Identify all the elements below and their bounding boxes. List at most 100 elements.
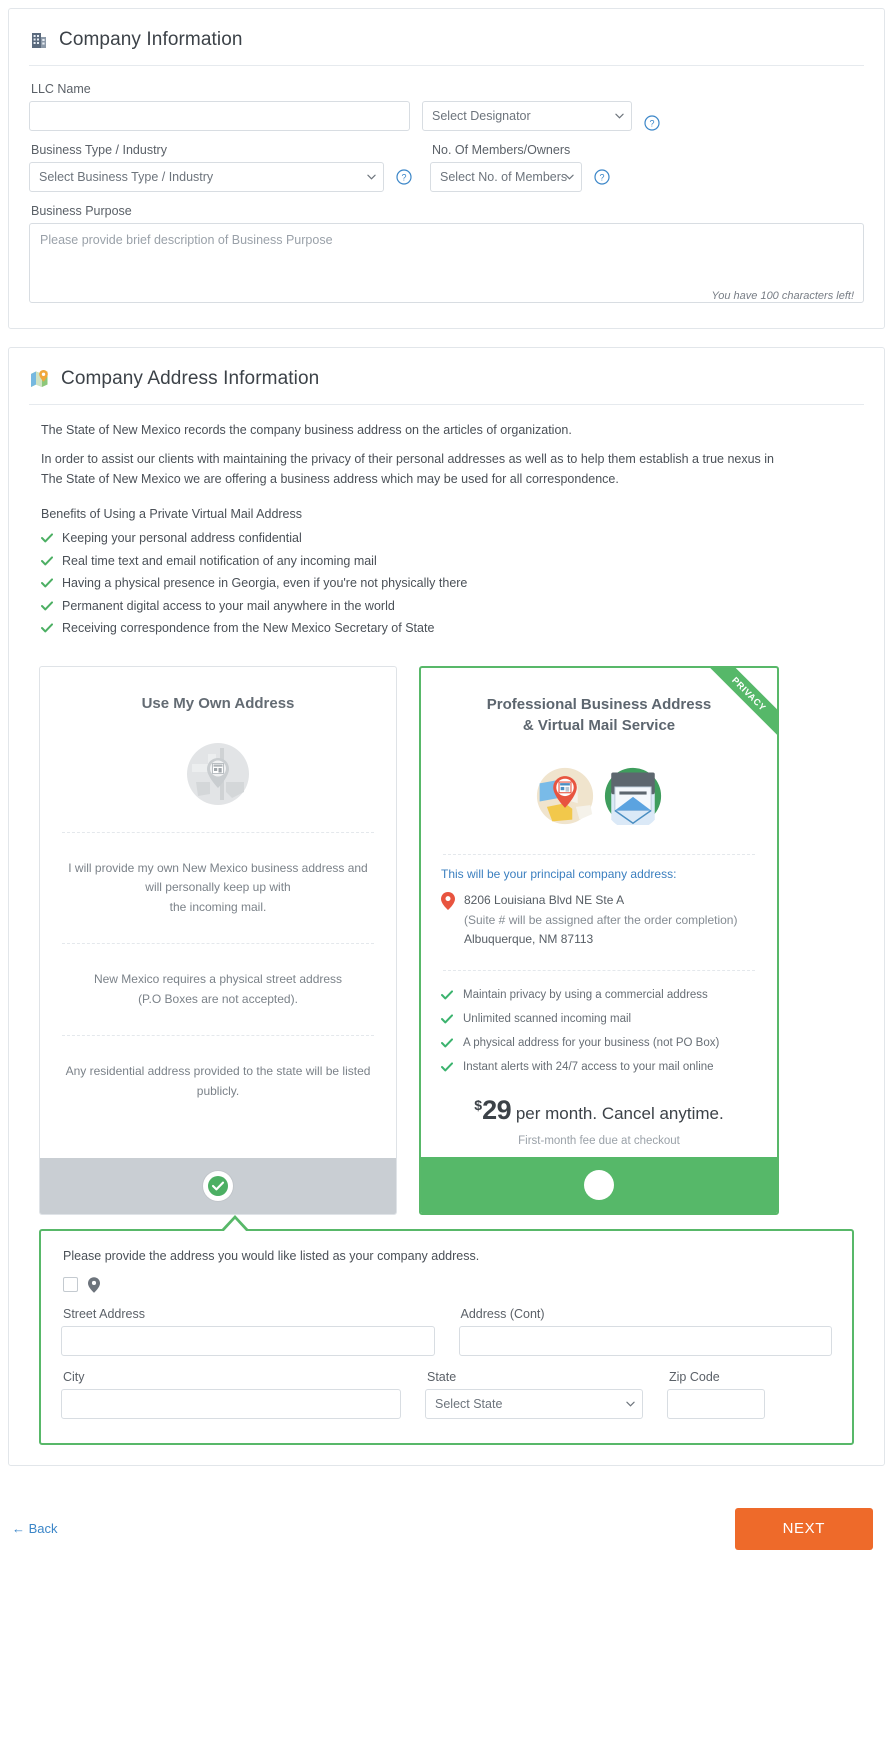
list-item: Keeping your personal address confidenti… (41, 527, 864, 550)
designator-select-value: Select Designator (432, 109, 531, 123)
principal-address-block: 8206 Louisiana Blvd NE Ste A (Suite # wi… (441, 891, 761, 949)
company-address-information-panel: Company Address Information The State of… (8, 347, 885, 1466)
state-select[interactable]: Select State (425, 1388, 643, 1419)
zip-label: Zip Code (669, 1369, 720, 1384)
business-type-label: Business Type / Industry (31, 143, 167, 157)
feature-text: Instant alerts with 24/7 access to your … (463, 1060, 714, 1073)
check-icon (441, 1037, 453, 1047)
feature-text: A physical address for your business (no… (463, 1036, 720, 1049)
virtual-mail-art (437, 750, 761, 842)
address-option-cards: Use My Own Address I will provide my own… (39, 665, 854, 1215)
list-item: Having a physical presence in Georgia, e… (41, 572, 864, 595)
address-paragraph-2: In order to assist our clients with main… (41, 452, 775, 486)
wizard-footer: ← Back NEXT (8, 1484, 885, 1570)
check-circle-icon[interactable] (203, 1170, 233, 1201)
principal-address-heading: This will be your principal company addr… (441, 867, 677, 882)
same-address-checkbox[interactable] (63, 1277, 78, 1293)
business-type-help-icon[interactable]: ? (396, 169, 412, 185)
list-item: Instant alerts with 24/7 access to your … (441, 1055, 761, 1079)
list-item: A physical address for your business (no… (441, 1031, 761, 1055)
company-information-header: Company Information (29, 23, 864, 65)
street-address-label: Street Address (63, 1306, 145, 1321)
company-information-panel: Company Information LLC Name Select Desi… (8, 8, 885, 329)
business-purpose-group: Business Purpose You have 100 characters… (29, 204, 864, 308)
llc-name-row: Select Designator ? (29, 101, 864, 131)
map-location-grayscale-icon (56, 728, 380, 820)
own-address-title: Use My Own Address (141, 694, 295, 712)
city-input[interactable] (61, 1388, 401, 1419)
page-title: Company Information (59, 29, 243, 50)
address-cont-group: Address (Cont) (458, 1307, 832, 1356)
street-address-input[interactable] (61, 1325, 435, 1356)
own-address-text-1: I will provide my own New Mexico busines… (68, 860, 368, 914)
map-pin-storefront-icon (536, 767, 594, 825)
list-item: Maintain privacy by using a commercial a… (441, 983, 761, 1007)
address-section-title: Company Address Information (61, 368, 320, 389)
address-form-lead: Please provide the address you would lik… (63, 1248, 480, 1263)
list-item: Permanent digital access to your mail an… (41, 595, 864, 618)
page-root: Company Information LLC Name Select Desi… (0, 0, 893, 1570)
price-block: $29 per month. Cancel anytime. (437, 1095, 761, 1126)
callout-arrow-inner (223, 1218, 247, 1232)
benefit-text: Keeping your personal address confidenti… (62, 531, 302, 546)
office-building-icon (29, 30, 49, 50)
company-address-header: Company Address Information (29, 362, 864, 404)
divider (443, 854, 755, 856)
back-link[interactable]: ← Back (12, 1521, 58, 1536)
city-state-zip-row: City State Select State Zip Code (61, 1370, 832, 1419)
zip-input[interactable] (667, 1388, 765, 1419)
benefits-heading: Benefits of Using a Private Virtual Mail… (41, 507, 303, 522)
svg-text:?: ? (599, 173, 604, 183)
llc-name-label: LLC Name (31, 82, 91, 96)
street-address-row: Street Address Address (Cont) (61, 1307, 832, 1356)
feature-text: Maintain privacy by using a commercial a… (463, 988, 708, 1001)
divider (29, 404, 864, 405)
benefit-text: Real time text and email notification of… (62, 553, 377, 568)
check-icon (441, 1061, 453, 1071)
members-select[interactable]: Select No. of Members (430, 162, 582, 192)
own-address-text-2: New Mexico requires a physical street ad… (93, 972, 343, 1006)
address-paragraph-1: The State of New Mexico records the comp… (41, 423, 572, 437)
own-address-select-footer[interactable] (40, 1157, 396, 1214)
address-form-callout: Please provide the address you would lik… (39, 1214, 854, 1445)
members-label: No. Of Members/Owners (432, 143, 571, 157)
option-card-virtual-mail-service[interactable]: PRIVACY Professional Business Address & … (419, 665, 779, 1215)
virtual-mail-title-line1: Professional Business Address (486, 695, 712, 713)
benefits-list: Keeping your personal address confidenti… (41, 527, 864, 640)
next-button[interactable]: NEXT (734, 1507, 873, 1550)
check-icon (441, 1013, 453, 1023)
principal-address-lines: 8206 Louisiana Blvd NE Ste A (Suite # wi… (464, 891, 737, 949)
svg-text:?: ? (401, 173, 406, 183)
benefit-text: Receiving correspondence from the New Me… (62, 621, 435, 636)
check-icon (41, 601, 53, 611)
divider (29, 65, 864, 66)
virtual-mail-select-footer[interactable] (421, 1156, 777, 1213)
check-icon (41, 578, 53, 588)
radio-button-unselected[interactable] (584, 1169, 614, 1200)
own-address-body: Use My Own Address I will provide my own… (40, 667, 396, 1158)
divider (62, 1035, 374, 1037)
check-icon (41, 533, 53, 543)
divider (62, 831, 374, 833)
virtual-mail-body: Professional Business Address & Virtual … (421, 668, 777, 1157)
virtual-mail-features-list: Maintain privacy by using a commercial a… (441, 983, 761, 1079)
price-note: First-month fee due at checkout (518, 1134, 680, 1147)
address-checkbox-row (63, 1276, 832, 1293)
state-label: State (427, 1369, 457, 1384)
check-icon (41, 556, 53, 566)
address-form-callout-wrap: Please provide the address you would lik… (39, 1214, 854, 1445)
llc-name-input[interactable] (29, 101, 410, 131)
designator-select[interactable]: Select Designator (422, 101, 632, 131)
members-help-icon[interactable]: ? (594, 169, 610, 185)
business-type-select-value: Select Business Type / Industry (39, 170, 214, 184)
check-icon (441, 989, 453, 999)
llc-name-group: LLC Name Select Designator ? (29, 82, 864, 131)
character-counter: You have 100 characters left! (711, 290, 854, 302)
feature-text: Unlimited scanned incoming mail (463, 1012, 632, 1025)
price-currency: $ (474, 1096, 483, 1113)
divider (62, 943, 374, 945)
address-cont-input[interactable] (458, 1325, 832, 1356)
business-type-select[interactable]: Select Business Type / Industry (29, 162, 384, 192)
option-card-use-my-own-address[interactable]: Use My Own Address I will provide my own… (39, 665, 397, 1215)
designator-help-icon[interactable]: ? (644, 115, 660, 131)
